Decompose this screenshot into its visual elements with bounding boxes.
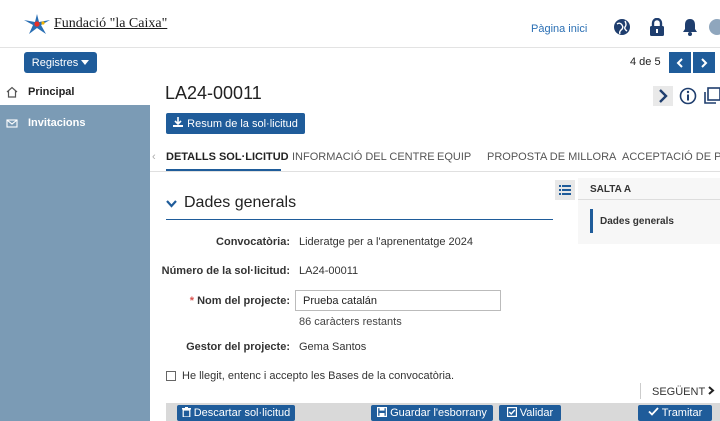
expand-panel-icon[interactable]	[653, 86, 673, 106]
accept-bases-label: He llegit, entenc i accepto les Bases de…	[182, 370, 455, 382]
jump-panel-heading: SALTA A	[590, 184, 632, 195]
tab-equip[interactable]: EQUIP	[437, 151, 471, 163]
pager-count: 4 de 5	[630, 56, 661, 68]
logo[interactable]: Fundació "la Caixa"	[24, 14, 167, 34]
download-icon	[173, 117, 184, 130]
globe-icon[interactable]	[612, 17, 632, 37]
chevron-down-icon[interactable]	[166, 197, 177, 211]
numero-sollicitud-label: Número de la sol·licitud:	[161, 265, 290, 277]
submit-button-label: Tramitar	[661, 407, 703, 419]
nom-projecte-label: * Nom del projecte:	[150, 295, 290, 307]
numero-sollicitud-value: LA24-00011	[299, 265, 359, 277]
list-icon	[559, 185, 571, 195]
gestor-projecte-label: Gestor del projecte:	[186, 341, 290, 353]
registres-label: Registres	[31, 56, 79, 69]
discard-button[interactable]: Descartar sol·licitud	[177, 405, 295, 421]
section-divider	[166, 219, 553, 220]
mail-icon	[6, 117, 28, 129]
tab-detalls-sollicitud[interactable]: DETALLS SOL·LICITUD	[166, 151, 289, 163]
jump-menu-toggle[interactable]	[555, 180, 575, 200]
tab-proposta-millora[interactable]: PROPOSTA DE MILLORA	[487, 151, 616, 163]
check-square-icon	[506, 406, 517, 420]
active-tab-indicator	[166, 169, 281, 171]
discard-button-label: Descartar sol·licitud	[193, 407, 291, 419]
logo-text: Fundació "la Caixa"	[54, 16, 168, 31]
home-link[interactable]: Pàgina inici	[531, 23, 587, 35]
summary-button[interactable]: Resum de la sol·licitud	[166, 113, 305, 134]
sidebar-item-principal[interactable]: Principal	[0, 79, 150, 105]
convocatoria-value: Lideratge per a l'aprenentatge 2024	[299, 236, 473, 248]
next-button-label: SEGÜENT	[652, 386, 706, 398]
chevron-right-icon	[708, 386, 715, 398]
star-logo-icon	[24, 14, 50, 34]
caret-down-icon	[81, 57, 90, 69]
bell-icon[interactable]	[680, 17, 700, 37]
jump-link-dades-generals[interactable]: Dades generals	[590, 209, 674, 233]
page-title: LA24-00011	[165, 83, 262, 103]
submit-button[interactable]: Tramitar	[638, 405, 712, 421]
validate-button[interactable]: Validar	[499, 405, 561, 421]
gestor-projecte-value: Gema Santos	[299, 341, 367, 353]
home-icon	[6, 86, 28, 98]
prev-record-button[interactable]	[669, 52, 691, 73]
chevron-left-icon	[676, 57, 683, 68]
copy-icon[interactable]	[703, 86, 720, 106]
trash-icon	[181, 406, 191, 420]
accept-bases-row[interactable]: He llegit, entenc i accepto les Bases de…	[166, 370, 454, 382]
checkmark-icon	[648, 407, 659, 419]
chevron-right-icon	[701, 57, 708, 68]
registres-dropdown-button[interactable]: Registres	[24, 52, 97, 73]
summary-button-label: Resum de la sol·licitud	[187, 117, 298, 130]
save-draft-button[interactable]: Guardar l'esborrany	[371, 405, 493, 421]
tab-acceptacio-pai[interactable]: ACCEPTACIÓ DE PAI	[622, 151, 720, 163]
jump-panel-divider	[578, 199, 720, 200]
tab-informacio-centre[interactable]: INFORMACIÓ DEL CENTRE	[292, 151, 435, 163]
next-divider	[640, 383, 641, 399]
accept-bases-checkbox[interactable]	[166, 371, 176, 381]
avatar[interactable]	[708, 17, 720, 37]
nom-projecte-input[interactable]	[295, 290, 501, 311]
chars-remaining: 86 caràcters restants	[299, 316, 402, 328]
sidebar-item-label: Principal	[28, 86, 75, 98]
nom-projecte-label-text: Nom del projecte:	[197, 295, 290, 307]
tabs-scroll-left-icon[interactable]: ‹	[152, 151, 156, 163]
sub-toolbar	[0, 48, 720, 78]
section-title: Dades generals	[184, 194, 297, 211]
save-icon	[377, 406, 388, 420]
sidebar-item-label: Invitacions	[28, 117, 86, 129]
next-record-button[interactable]	[693, 52, 715, 73]
sidebar-item-invitacions[interactable]: Invitacions	[0, 110, 150, 136]
save-draft-button-label: Guardar l'esborrany	[390, 407, 487, 419]
info-icon[interactable]	[678, 86, 698, 106]
lock-icon[interactable]	[647, 17, 667, 37]
validate-button-label: Validar	[519, 407, 554, 419]
next-button[interactable]: SEGÜENT	[652, 386, 715, 398]
convocatoria-label: Convocatòria:	[216, 236, 290, 248]
required-marker: *	[189, 295, 195, 307]
